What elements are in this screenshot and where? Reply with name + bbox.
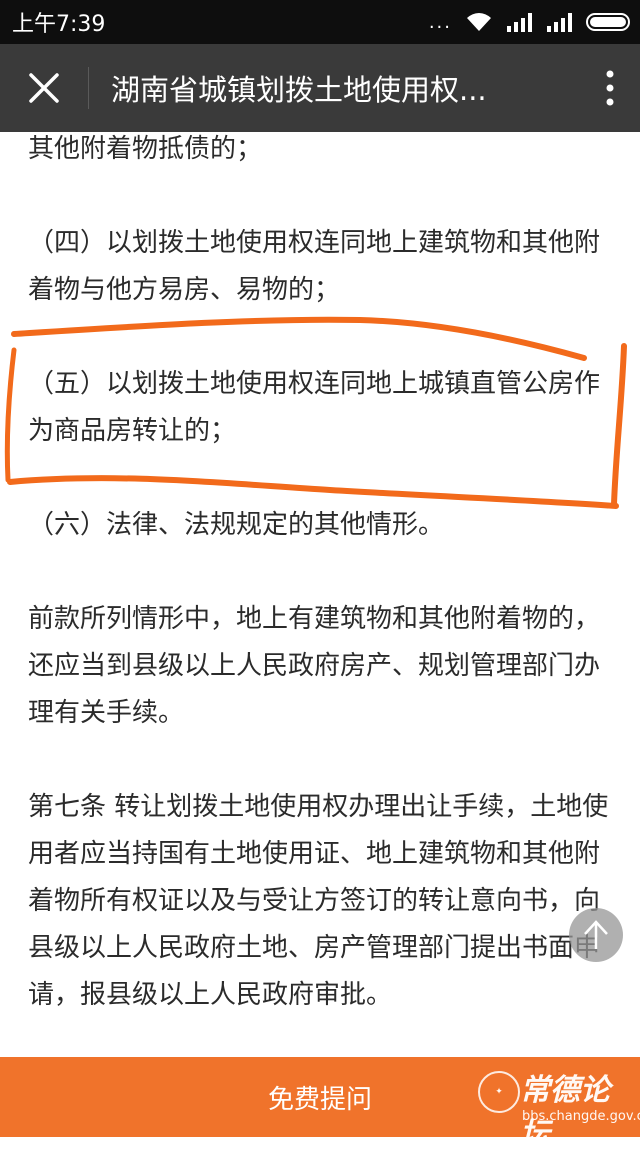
status-icons: ... (429, 11, 630, 33)
more-menu-button[interactable] (580, 44, 640, 132)
status-bar: 上午7:39 ... (0, 0, 640, 44)
more-vertical-icon (606, 70, 614, 106)
article-paragraph: 第七条 转让划拨土地使用权办理出让手续，土地使用者应当持国有土地使用证、地上建筑… (28, 792, 609, 1010)
close-button[interactable] (24, 68, 64, 108)
article-content: 其他附着物抵债的； （四）以划拨土地使用权连同地上建筑物和其他附着物与他方易房、… (0, 132, 640, 1057)
site-watermark: ✦ 常德论坛 bbs.changde.gov.cn (478, 1065, 640, 1152)
article-paragraph: （五）以划拨土地使用权连同地上城镇直管公房作为商品房转让的； (28, 369, 601, 446)
scroll-to-top-button[interactable] (569, 908, 623, 962)
notification-dots: ... (428, 11, 452, 33)
battery-icon (586, 13, 630, 31)
article-paragraph: （六）法律、法规规定的其他情形。 (28, 510, 445, 540)
title-bar: 湖南省城镇划拨土地使用权... (0, 44, 640, 132)
status-time: 上午7:39 (12, 12, 106, 37)
bottom-bar: 免费提问 ✦ 常德论坛 bbs.changde.gov.cn (0, 1057, 640, 1152)
article-paragraph: （四）以划拨土地使用权连同地上建筑物和其他附着物与他方易房、易物的； (28, 228, 601, 305)
signal-icon (547, 13, 572, 32)
title-divider (88, 67, 89, 109)
signal-icon (507, 13, 532, 32)
page-title: 湖南省城镇划拨土地使用权... (111, 73, 487, 107)
wifi-icon (467, 13, 491, 31)
arrow-up-icon (584, 920, 608, 949)
watermark-seal-icon: ✦ (478, 1071, 520, 1113)
close-icon (29, 73, 59, 103)
article-paragraph: 其他附着物抵债的； (28, 134, 263, 164)
article-paragraph: 前款所列情形中，地上有建筑物和其他附着物的，还应当到县级以上人民政府房产、规划管… (28, 604, 601, 728)
watermark-url: bbs.changde.gov.cn (522, 1109, 640, 1124)
